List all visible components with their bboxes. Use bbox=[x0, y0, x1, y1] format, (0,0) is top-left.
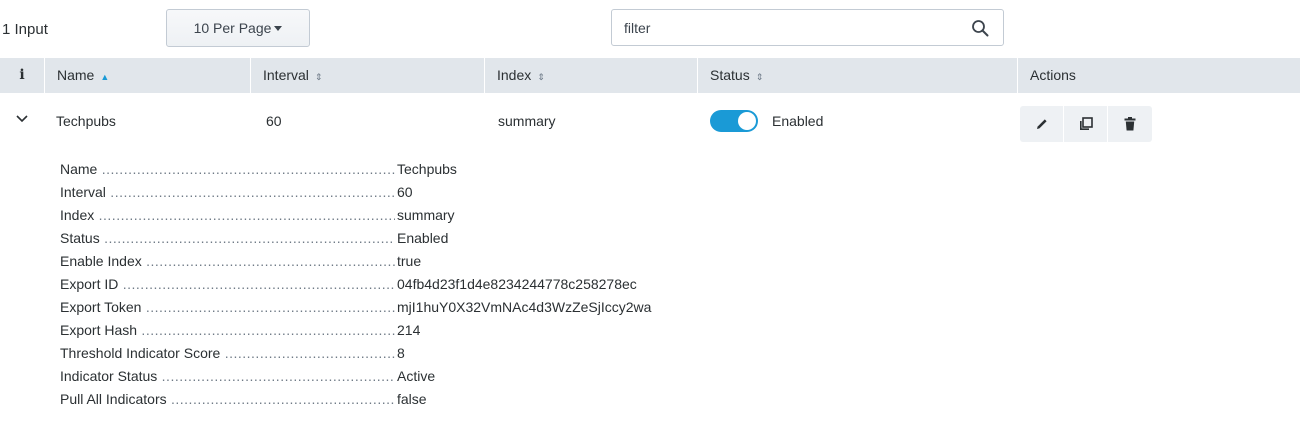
info-column-header: i bbox=[19, 67, 25, 83]
detail-value: 214 bbox=[397, 322, 421, 338]
input-count: 1 Input bbox=[2, 21, 48, 38]
clone-button[interactable] bbox=[1064, 106, 1108, 142]
detail-value: 60 bbox=[397, 184, 413, 200]
detail-label: Export Hash bbox=[60, 319, 395, 342]
sort-icon: ⇕ bbox=[314, 72, 323, 82]
detail-row: Export ID04fb4d23f1d4e8234244778c258278e… bbox=[60, 273, 760, 296]
row-actions bbox=[1020, 106, 1152, 142]
detail-value: Techpubs bbox=[397, 161, 457, 177]
detail-row: Pull All Indicatorsfalse bbox=[60, 388, 760, 411]
detail-value: Active bbox=[397, 368, 436, 384]
detail-label: Interval bbox=[60, 181, 395, 204]
trash-icon bbox=[1124, 117, 1136, 131]
pencil-icon bbox=[1036, 119, 1047, 129]
detail-row: StatusEnabled bbox=[60, 227, 760, 250]
delete-button[interactable] bbox=[1108, 106, 1152, 142]
column-header-name[interactable]: Name ▲ bbox=[44, 58, 250, 93]
detail-row: Export Hash214 bbox=[60, 319, 760, 342]
detail-row: Interval60 bbox=[60, 181, 760, 204]
row-interval: 60 bbox=[266, 113, 282, 129]
edit-button[interactable] bbox=[1020, 106, 1064, 142]
filter-input[interactable] bbox=[612, 10, 952, 45]
row-status: Enabled bbox=[772, 113, 824, 129]
status-toggle[interactable] bbox=[710, 110, 758, 132]
detail-label: Indicator Status bbox=[60, 365, 395, 388]
detail-row: Threshold Indicator Score8 bbox=[60, 342, 760, 365]
detail-value: Enabled bbox=[397, 230, 449, 246]
detail-row: Indexsummary bbox=[60, 204, 760, 227]
detail-label: Index bbox=[60, 204, 395, 227]
chevron-down-icon[interactable] bbox=[16, 115, 28, 123]
column-header-actions: Actions bbox=[1017, 58, 1300, 93]
detail-label: Pull All Indicators bbox=[60, 388, 395, 411]
detail-row: Indicator StatusActive bbox=[60, 365, 760, 388]
per-page-dropdown[interactable]: 10 Per Page bbox=[166, 9, 310, 47]
clone-icon bbox=[1079, 117, 1093, 130]
detail-label: Name bbox=[60, 158, 395, 181]
sort-ascending-icon: ▲ bbox=[100, 72, 110, 82]
detail-value: mjI1huY0X32VmNAc4d3WzZeSjIccy2wa bbox=[397, 299, 652, 315]
row-index: summary bbox=[498, 113, 556, 129]
column-header-name-label: Name bbox=[57, 67, 95, 83]
detail-value: 8 bbox=[397, 345, 405, 361]
detail-row: Enable Indextrue bbox=[60, 250, 760, 273]
row-details-panel: NameTechpubsInterval60IndexsummaryStatus… bbox=[60, 158, 760, 411]
column-header-status-label: Status bbox=[710, 67, 750, 83]
column-header-interval[interactable]: Interval ⇕ bbox=[250, 58, 484, 93]
filter-box[interactable] bbox=[611, 9, 1004, 46]
table-toolbar: 1 Input 10 Per Page bbox=[0, 0, 1300, 52]
detail-label: Status bbox=[60, 227, 395, 250]
detail-label: Threshold Indicator Score bbox=[60, 342, 395, 365]
column-header-status[interactable]: Status ⇕ bbox=[697, 58, 1017, 93]
detail-value: summary bbox=[397, 207, 455, 223]
column-header-index[interactable]: Index ⇕ bbox=[484, 58, 697, 93]
toggle-knob bbox=[738, 112, 756, 130]
detail-row: NameTechpubs bbox=[60, 158, 760, 181]
detail-row: Export TokenmjI1huY0X32VmNAc4d3WzZeSjIcc… bbox=[60, 296, 760, 319]
detail-value: 04fb4d23f1d4e8234244778c258278ec bbox=[397, 276, 637, 292]
row-name: Techpubs bbox=[56, 113, 116, 129]
detail-value: false bbox=[397, 391, 427, 407]
sort-icon: ⇕ bbox=[755, 72, 764, 82]
column-header-interval-label: Interval bbox=[263, 67, 309, 83]
caret-down-icon bbox=[274, 25, 283, 31]
detail-label: Export Token bbox=[60, 296, 395, 319]
per-page-label: 10 Per Page bbox=[193, 20, 272, 36]
detail-value: true bbox=[397, 253, 422, 269]
search-icon[interactable] bbox=[971, 19, 989, 37]
table-header: i Name ▲ Interval ⇕ Index ⇕ Status ⇕ Actions bbox=[0, 58, 1300, 93]
detail-label: Enable Index bbox=[60, 250, 395, 273]
column-header-index-label: Index bbox=[497, 67, 532, 83]
detail-label: Export ID bbox=[60, 273, 395, 296]
sort-icon: ⇕ bbox=[537, 72, 545, 82]
